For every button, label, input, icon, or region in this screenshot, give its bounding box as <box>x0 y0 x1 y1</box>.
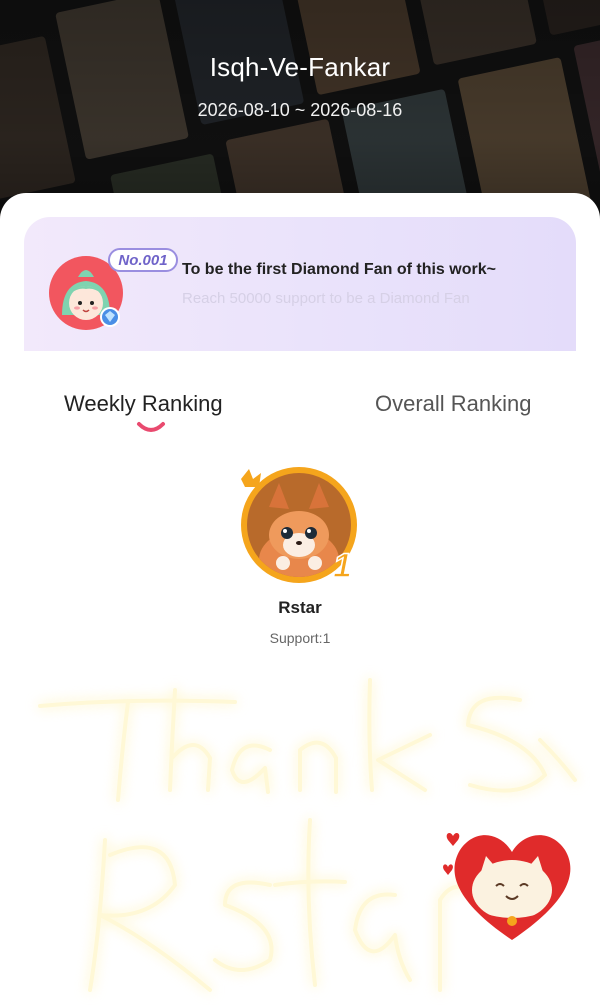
tab-weekly-ranking[interactable]: Weekly Ranking <box>64 391 223 417</box>
diamond-fan-title: To be the first Diamond Fan of this work… <box>182 261 496 278</box>
ranking-date-range: 2026-08-10 ~ 2026-08-16 <box>197 100 403 120</box>
tab-overall-ranking[interactable]: Overall Ranking <box>375 391 532 417</box>
heart-cat-sticker-icon <box>443 833 571 940</box>
active-tab-indicator <box>137 422 165 432</box>
work-title: Isqh-Ve-Fankar <box>209 52 391 82</box>
top-fan-avatar[interactable]: 1 <box>239 465 363 585</box>
rank-badge: No.001 <box>108 248 178 272</box>
top-fan-name[interactable]: Rstar <box>0 598 600 618</box>
rank-number: 1 <box>333 547 352 585</box>
diamond-fan-subtitle: Reach 50000 support to be a Diamond Fan <box>182 290 470 307</box>
diamond-fan-card[interactable]: No.001 To be the first Diamond Fan of th… <box>24 217 576 351</box>
